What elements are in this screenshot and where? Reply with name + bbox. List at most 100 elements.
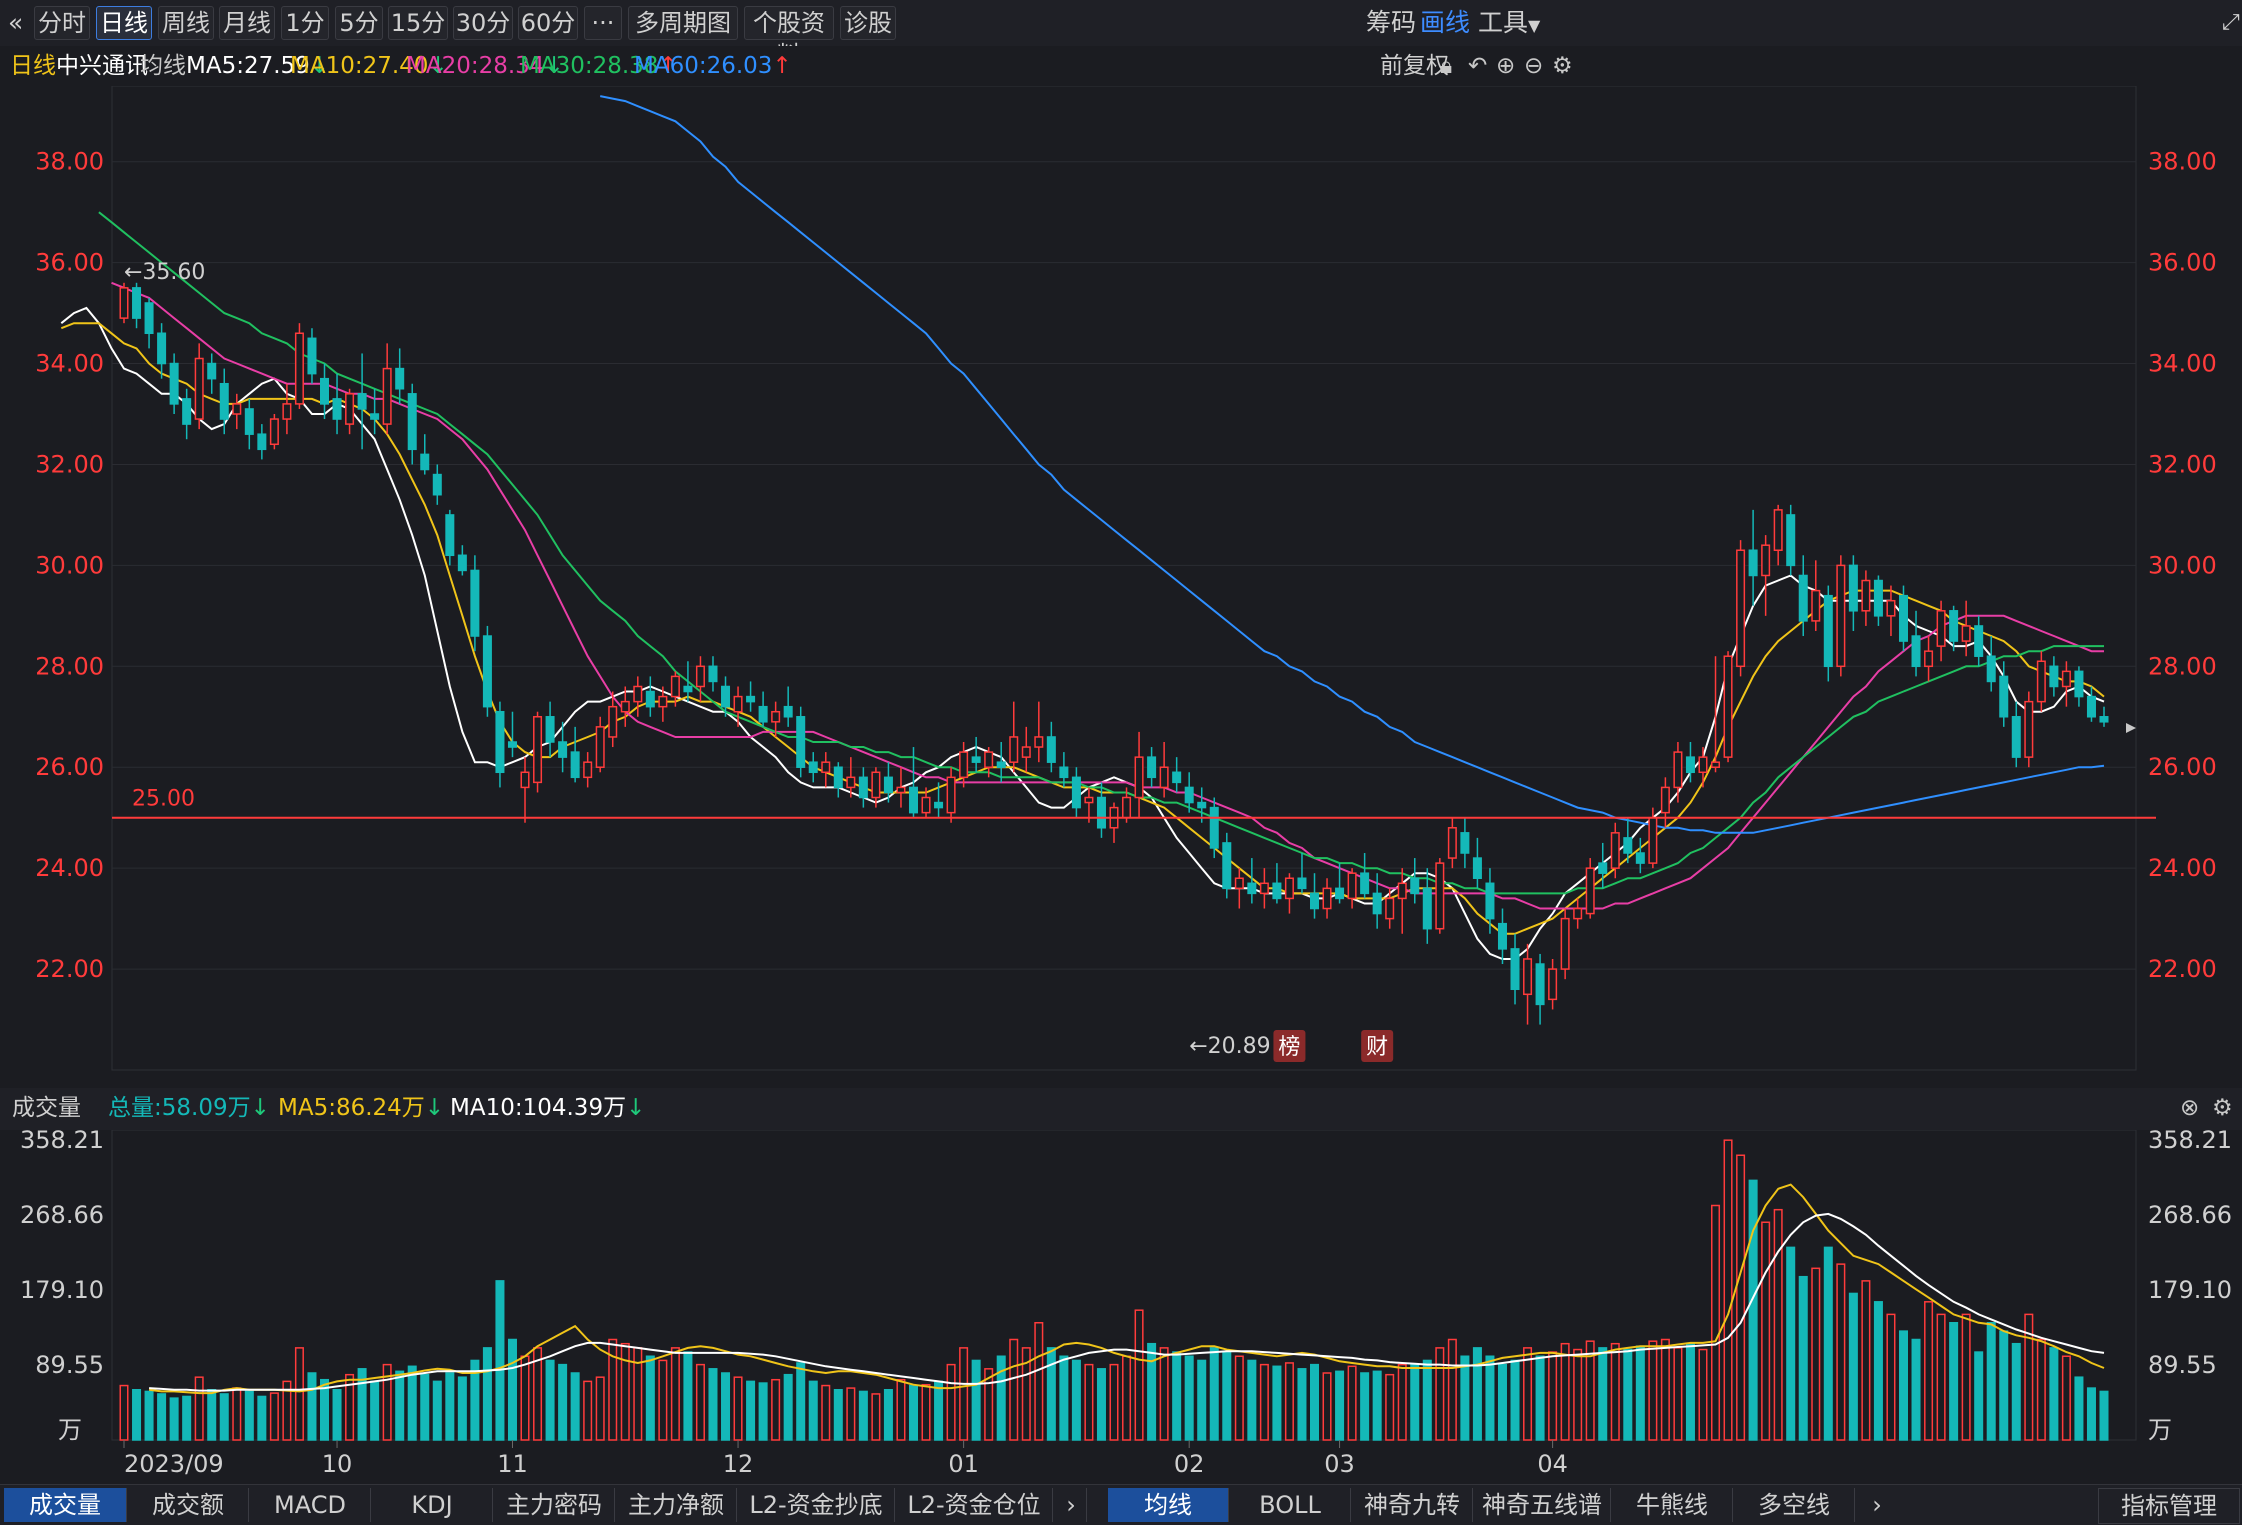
price-tick-label: 38.00: [35, 148, 104, 176]
diagnose-button[interactable]: 诊股: [840, 6, 896, 40]
candle-down: [1635, 852, 1645, 864]
chevron-right-icon[interactable]: ›: [1056, 1488, 1087, 1522]
tab-turnover[interactable]: 成交额: [128, 1488, 249, 1522]
price-tick-label: 26.00: [35, 753, 104, 781]
volume-bar-down: [1510, 1359, 1520, 1441]
undo-icon[interactable]: ↶: [1468, 50, 1487, 82]
ma5-line: [60, 306, 2105, 960]
tools-menu[interactable]: 工具▼: [1478, 6, 1540, 40]
ma-info-bar: 日线 中兴通讯 均线 MA5:27.59↓ MA10:27.40↓ MA20:2…: [0, 46, 2242, 86]
volume-bar-down: [1247, 1359, 1257, 1441]
tab-volume[interactable]: 成交量: [4, 1488, 127, 1522]
gear-icon[interactable]: ⚙: [1552, 50, 1573, 82]
tab-60min[interactable]: 60分: [518, 6, 578, 40]
tab-magic-five[interactable]: 神奇五线谱: [1474, 1488, 1611, 1522]
volume-bar-up: [1610, 1342, 1620, 1441]
volume-bar-down: [1184, 1355, 1194, 1441]
stock-info-button[interactable]: 个股资料: [744, 6, 834, 69]
candle-up: [946, 776, 956, 814]
annotations: 25.00 ←35.60 ←20.89 榜 财: [112, 260, 2156, 1062]
tab-daily[interactable]: 日线: [96, 6, 152, 40]
tab-weekly[interactable]: 周线: [158, 6, 214, 40]
volume-bar-down: [833, 1389, 843, 1441]
tab-macd[interactable]: MACD: [250, 1488, 371, 1522]
candle-up: [1234, 877, 1244, 890]
candle-down: [457, 554, 467, 572]
volume-bar-down: [758, 1382, 768, 1441]
arrow-down-icon: ↓: [424, 1095, 445, 1121]
double-chevron-left-icon[interactable]: «: [8, 6, 23, 40]
volume-bar-up: [846, 1387, 856, 1441]
toolbar: « 分时 日线 周线 月线 1分 5分 15分 30分 60分 ··· 多周期图…: [0, 0, 2242, 69]
candle-down: [783, 705, 793, 718]
volume-bar-up: [1723, 1139, 1733, 1441]
volume-tick-label: 89.55: [2148, 1351, 2217, 1379]
volume-bar-up: [269, 1392, 279, 1441]
volume-bar-down: [2086, 1387, 2096, 1441]
tab-bull-bear[interactable]: 牛熊线: [1612, 1488, 1733, 1522]
close-icon[interactable]: ⊗: [2180, 1092, 2199, 1124]
tab-boll[interactable]: BOLL: [1230, 1488, 1351, 1522]
candle-up: [382, 367, 392, 425]
candle-up: [608, 705, 618, 738]
tab-l2-bottom[interactable]: L2-资金抄底: [738, 1488, 895, 1522]
tab-ma[interactable]: 均线: [1108, 1488, 1229, 1522]
volume-bar-down: [507, 1338, 517, 1441]
tab-kdj[interactable]: KDJ: [372, 1488, 493, 1522]
volume-bar-up: [1736, 1154, 1746, 1441]
tab-minute-chart[interactable]: 分时: [34, 6, 90, 40]
candle-down: [1748, 549, 1758, 577]
candle-up: [1034, 736, 1044, 748]
tab-1min[interactable]: 1分: [281, 6, 329, 40]
price-tick-label: 22.00: [35, 955, 104, 983]
price-tick-label: 32.00: [2148, 450, 2217, 478]
volume-bar-down: [1748, 1179, 1758, 1441]
tab-magic-nine[interactable]: 神奇九转: [1352, 1488, 1473, 1522]
price-tick-label: 38.00: [2148, 148, 2217, 176]
candle-up: [1711, 761, 1721, 768]
price-tick-label: 24.00: [2148, 854, 2217, 882]
ma-lines: [60, 95, 2105, 960]
volume-bar-down: [746, 1380, 756, 1441]
volume-bar-up: [1924, 1301, 1934, 1441]
draw-line-button[interactable]: 画线: [1420, 6, 1470, 40]
caret-down-icon: ▼: [1528, 16, 1541, 35]
tab-long-short[interactable]: 多空线: [1734, 1488, 1855, 1522]
chip-distribution-button[interactable]: 筹码: [1366, 6, 1416, 40]
x-tick-label: 11: [497, 1450, 528, 1478]
tab-5min[interactable]: 5分: [335, 6, 383, 40]
tab-main-force-code[interactable]: 主力密码: [494, 1488, 615, 1522]
chevron-right-icon[interactable]: ›: [1862, 1488, 1892, 1522]
volume-bar-up: [1836, 1263, 1846, 1441]
volume-bar-up: [1234, 1355, 1244, 1441]
gear-icon[interactable]: ⚙: [2212, 1092, 2233, 1124]
tab-15min[interactable]: 15分: [388, 6, 448, 40]
adjust-dropdown[interactable]: 前复权: [1380, 50, 1449, 82]
tab-monthly[interactable]: 月线: [219, 6, 275, 40]
volume-bar-up: [1034, 1322, 1044, 1441]
volume-bar-down: [420, 1373, 430, 1441]
volume-bar-up: [1560, 1342, 1570, 1441]
multi-period-dropdown[interactable]: 多周期图 ⌄: [628, 6, 738, 68]
candle-down: [432, 473, 442, 496]
more-button[interactable]: ···: [584, 6, 622, 40]
candle-up: [1560, 917, 1570, 970]
volume-bar-up: [695, 1363, 705, 1441]
candle-down: [1335, 887, 1345, 900]
tab-main-force-net[interactable]: 主力净额: [616, 1488, 737, 1522]
zoom-out-icon[interactable]: ⊖: [1524, 50, 1543, 82]
candle-down: [683, 685, 693, 693]
volume-bar-up: [658, 1359, 668, 1441]
expand-icon[interactable]: ⤢: [2222, 6, 2240, 40]
volume-bar-up: [1961, 1313, 1971, 1441]
lock-icon[interactable]: 🔒︎: [1440, 50, 1452, 82]
candle-down: [1096, 796, 1106, 829]
volume-bar-up: [294, 1347, 304, 1441]
volume-bar-down: [1873, 1301, 1883, 1441]
tab-l2-position[interactable]: L2-资金仓位: [896, 1488, 1053, 1522]
kline-chart[interactable]: 38.00 36.00 34.00 32.00 30.00 28.00 26.00 24.00…: [0, 86, 2242, 1484]
indicator-manage-button[interactable]: 指标管理: [2098, 1488, 2240, 1524]
tab-30min[interactable]: 30分: [453, 6, 513, 40]
candle-up: [670, 675, 680, 698]
zoom-in-icon[interactable]: ⊕: [1496, 50, 1515, 82]
